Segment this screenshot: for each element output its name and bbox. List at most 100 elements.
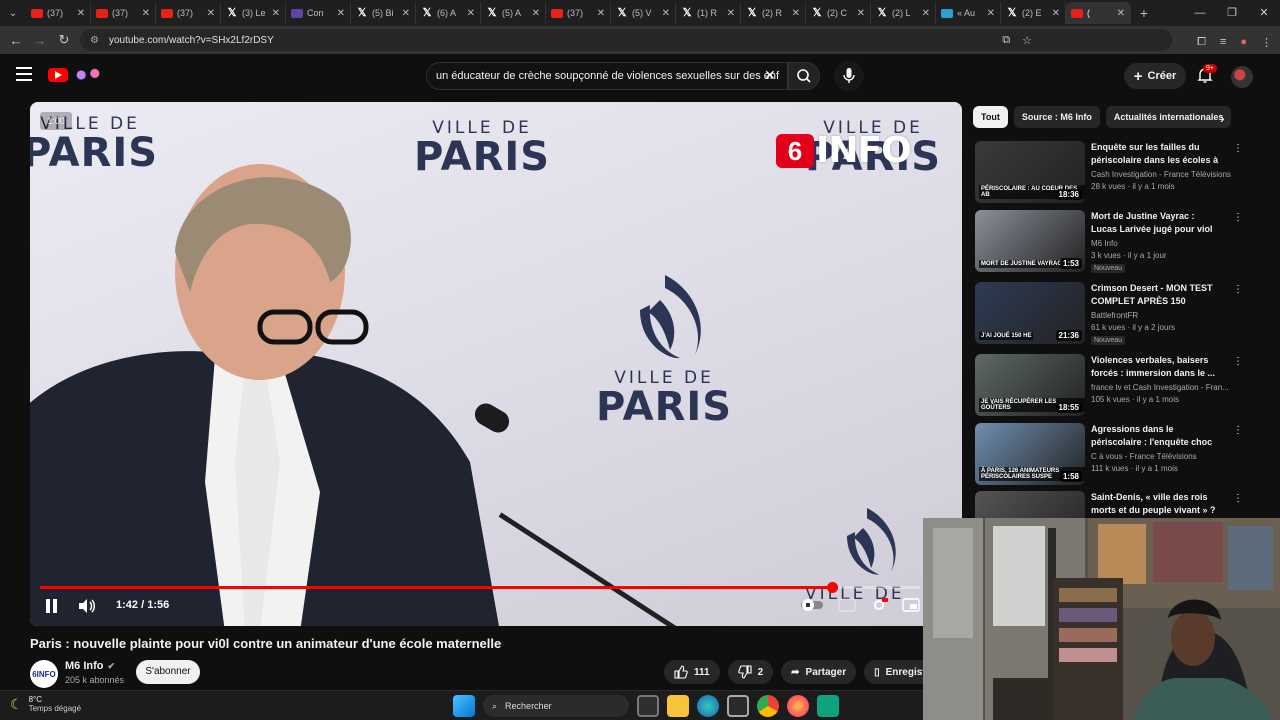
dislike-button[interactable]: 2 [727, 660, 774, 684]
account-avatar[interactable] [1231, 66, 1253, 88]
recommended-video[interactable]: J'AI JOUÉ 150 HE 21:36 Crimson Desert - MO… [975, 282, 1243, 348]
recommended-video-title[interactable]: Crimson Desert - MON TEST COMPLET APRÈS … [1091, 282, 1221, 309]
browser-tab[interactable]: (✕ [1066, 2, 1131, 24]
video-thumbnail[interactable]: MORT DE JUSTINE VAYRAC 1:53 [975, 210, 1085, 272]
browser-menu-icon[interactable]: ⋮ [1261, 36, 1272, 49]
channel-name[interactable]: M6 Info ✔ [65, 660, 115, 672]
close-tab-icon[interactable]: ✕ [792, 8, 800, 19]
recommended-video-title[interactable]: Violences verbales, baisers forcés : imm… [1091, 354, 1221, 380]
bookmark-star-icon[interactable]: ☆ [1022, 34, 1032, 47]
taskbar-search[interactable]: ⌕ Rechercher [483, 695, 629, 717]
settings-gear-icon[interactable] [870, 598, 888, 612]
video-thumbnail[interactable]: JE VAIS RÉCUPÉRER LES GOÛTERS 18:55 [975, 354, 1085, 416]
edge-icon[interactable] [697, 695, 719, 717]
browser-tab[interactable]: « Au ✕ [936, 2, 1001, 24]
maximize-icon[interactable]: ❐ [1216, 0, 1248, 26]
browser-tab[interactable]: 𝕏 (1) R ✕ [676, 2, 741, 24]
filter-chip[interactable]: Source : M6 Info [1013, 106, 1100, 128]
subtitles-icon[interactable] [838, 598, 856, 612]
site-info-icon[interactable]: ⚙ [90, 35, 99, 46]
filter-chip[interactable]: Tout [973, 106, 1008, 128]
more-options-icon[interactable]: ⋮ [1233, 284, 1243, 295]
close-tab-icon[interactable]: ✕ [987, 8, 995, 19]
close-tab-icon[interactable]: ✕ [467, 8, 475, 19]
new-tab-button[interactable]: + [1131, 5, 1157, 21]
browser-tab[interactable]: (37) ✕ [91, 2, 156, 24]
create-button[interactable]: + Créer [1124, 63, 1186, 89]
close-tab-icon[interactable]: ✕ [532, 8, 540, 19]
close-tab-icon[interactable]: ✕ [727, 8, 735, 19]
recommended-video[interactable]: PÉRISCOLAIRE : AU COEUR DES AB 18:36 Enquê… [975, 141, 1243, 207]
close-tab-icon[interactable]: ✕ [142, 8, 150, 19]
miniplayer-icon[interactable] [902, 598, 920, 612]
browser-tab[interactable]: 𝕏 (2) E ✕ [1001, 2, 1066, 24]
close-tab-icon[interactable]: ✕ [662, 8, 670, 19]
autoplay-toggle-icon[interactable] [800, 598, 824, 612]
recommended-video-title[interactable]: Enquête sur les failles du périscolaire … [1091, 141, 1221, 168]
close-tab-icon[interactable]: ✕ [922, 8, 930, 19]
close-tab-icon[interactable]: ✕ [857, 8, 865, 19]
browser-tab[interactable]: 𝕏 (3) Le ✕ [221, 2, 286, 24]
more-options-icon[interactable]: ⋮ [1233, 143, 1243, 154]
voice-search-button[interactable] [834, 61, 864, 91]
recommended-video-title[interactable]: Mort de Justine Vayrac : Lucas Larivée j… [1091, 210, 1221, 237]
firefox-icon[interactable] [787, 695, 809, 717]
share-button[interactable]: ➦ Partager [781, 660, 857, 684]
back-icon[interactable]: ← [4, 33, 28, 48]
chevron-right-icon[interactable]: › [1220, 110, 1225, 126]
minimize-icon[interactable]: — [1184, 0, 1216, 26]
close-tab-icon[interactable]: ✕ [402, 8, 410, 19]
video-thumbnail[interactable]: J'AI JOUÉ 150 HE 21:36 [975, 282, 1085, 344]
recommended-channel[interactable]: BattlefrontFR [1091, 311, 1231, 320]
browser-tab[interactable]: 𝕏 (2) C ✕ [806, 2, 871, 24]
tab-search-icon[interactable]: ⌄ [0, 0, 26, 26]
hamburger-menu-icon[interactable] [16, 67, 32, 81]
volume-icon[interactable] [78, 598, 96, 614]
close-tab-icon[interactable]: ✕ [597, 8, 605, 19]
recommended-video-title[interactable]: Agressions dans le périscolaire : l'enqu… [1091, 423, 1221, 450]
recommended-video-title[interactable]: Saint-Denis, « ville des rois morts et d… [1091, 491, 1221, 518]
forward-icon[interactable]: → [28, 33, 52, 48]
recommended-channel[interactable]: Cash Investigation - France Télévisions [1091, 170, 1231, 179]
extensions-icon[interactable]: ⧠ [1197, 36, 1206, 49]
search-button[interactable] [788, 62, 820, 90]
more-options-icon[interactable]: ⋮ [1233, 425, 1243, 436]
browser-tab[interactable]: 𝕏 (5) V ✕ [611, 2, 676, 24]
search-input[interactable]: un éducateur de crèche soupçonné de viol… [426, 62, 788, 90]
cast-icon[interactable]: ⧉ [1002, 34, 1010, 47]
recommended-video[interactable]: MORT DE JUSTINE VAYRAC 1:53 Mort de Justin… [975, 210, 1243, 276]
weather-widget[interactable]: ☾ 8°C Temps dégagé [10, 695, 81, 713]
browser-tab[interactable]: (37) ✕ [26, 2, 91, 24]
address-bar[interactable]: ⚙ youtube.com/watch?v=SHx2Lf2rDSY ⧉ ☆ [80, 29, 1172, 51]
browser-tab[interactable]: 𝕏 (6) A ✕ [416, 2, 481, 24]
video-thumbnail[interactable]: PÉRISCOLAIRE : AU COEUR DES AB 18:36 [975, 141, 1085, 203]
browser-tab[interactable]: 𝕏 (2) L ✕ [871, 2, 936, 24]
reload-icon[interactable]: ↻ [52, 32, 76, 48]
windows-start-icon[interactable] [453, 695, 475, 717]
close-tab-icon[interactable]: ✕ [77, 8, 85, 19]
browser-tab[interactable]: 𝕏 (5) A ✕ [481, 2, 546, 24]
subscribe-button[interactable]: S'abonner [136, 660, 200, 684]
recommended-channel[interactable]: M6 Info [1091, 239, 1231, 248]
close-window-icon[interactable]: ✕ [1248, 0, 1280, 26]
youtube-logo[interactable] [48, 66, 106, 84]
browser-tab[interactable]: (37) ✕ [156, 2, 221, 24]
chrome-icon[interactable] [757, 695, 779, 717]
more-options-icon[interactable]: ⋮ [1233, 212, 1243, 223]
browser-tab[interactable]: 𝕏 (2) R ✕ [741, 2, 806, 24]
pause-icon[interactable] [46, 599, 58, 613]
filter-chip[interactable]: Actualités internationales [1105, 106, 1232, 128]
close-tab-icon[interactable]: ✕ [272, 8, 280, 19]
more-options-icon[interactable]: ⋮ [1233, 356, 1243, 367]
video-player[interactable]: VILLE DE PARIS VILLE DE PARIS VILLE DE P… [30, 102, 962, 626]
close-tab-icon[interactable]: ✕ [1052, 8, 1060, 19]
browser-tab[interactable]: (37) ✕ [546, 2, 611, 24]
scrubber-handle[interactable] [827, 582, 838, 593]
profile-icon[interactable]: ● [1240, 36, 1247, 48]
like-button[interactable]: 111 [664, 660, 720, 684]
close-tab-icon[interactable]: ✕ [207, 8, 215, 19]
close-tab-icon[interactable]: ✕ [1117, 8, 1125, 19]
close-tab-icon[interactable]: ✕ [337, 8, 345, 19]
xbox-app-icon[interactable] [817, 695, 839, 717]
browser-tab[interactable]: 𝕏 (5) Bi ✕ [351, 2, 416, 24]
